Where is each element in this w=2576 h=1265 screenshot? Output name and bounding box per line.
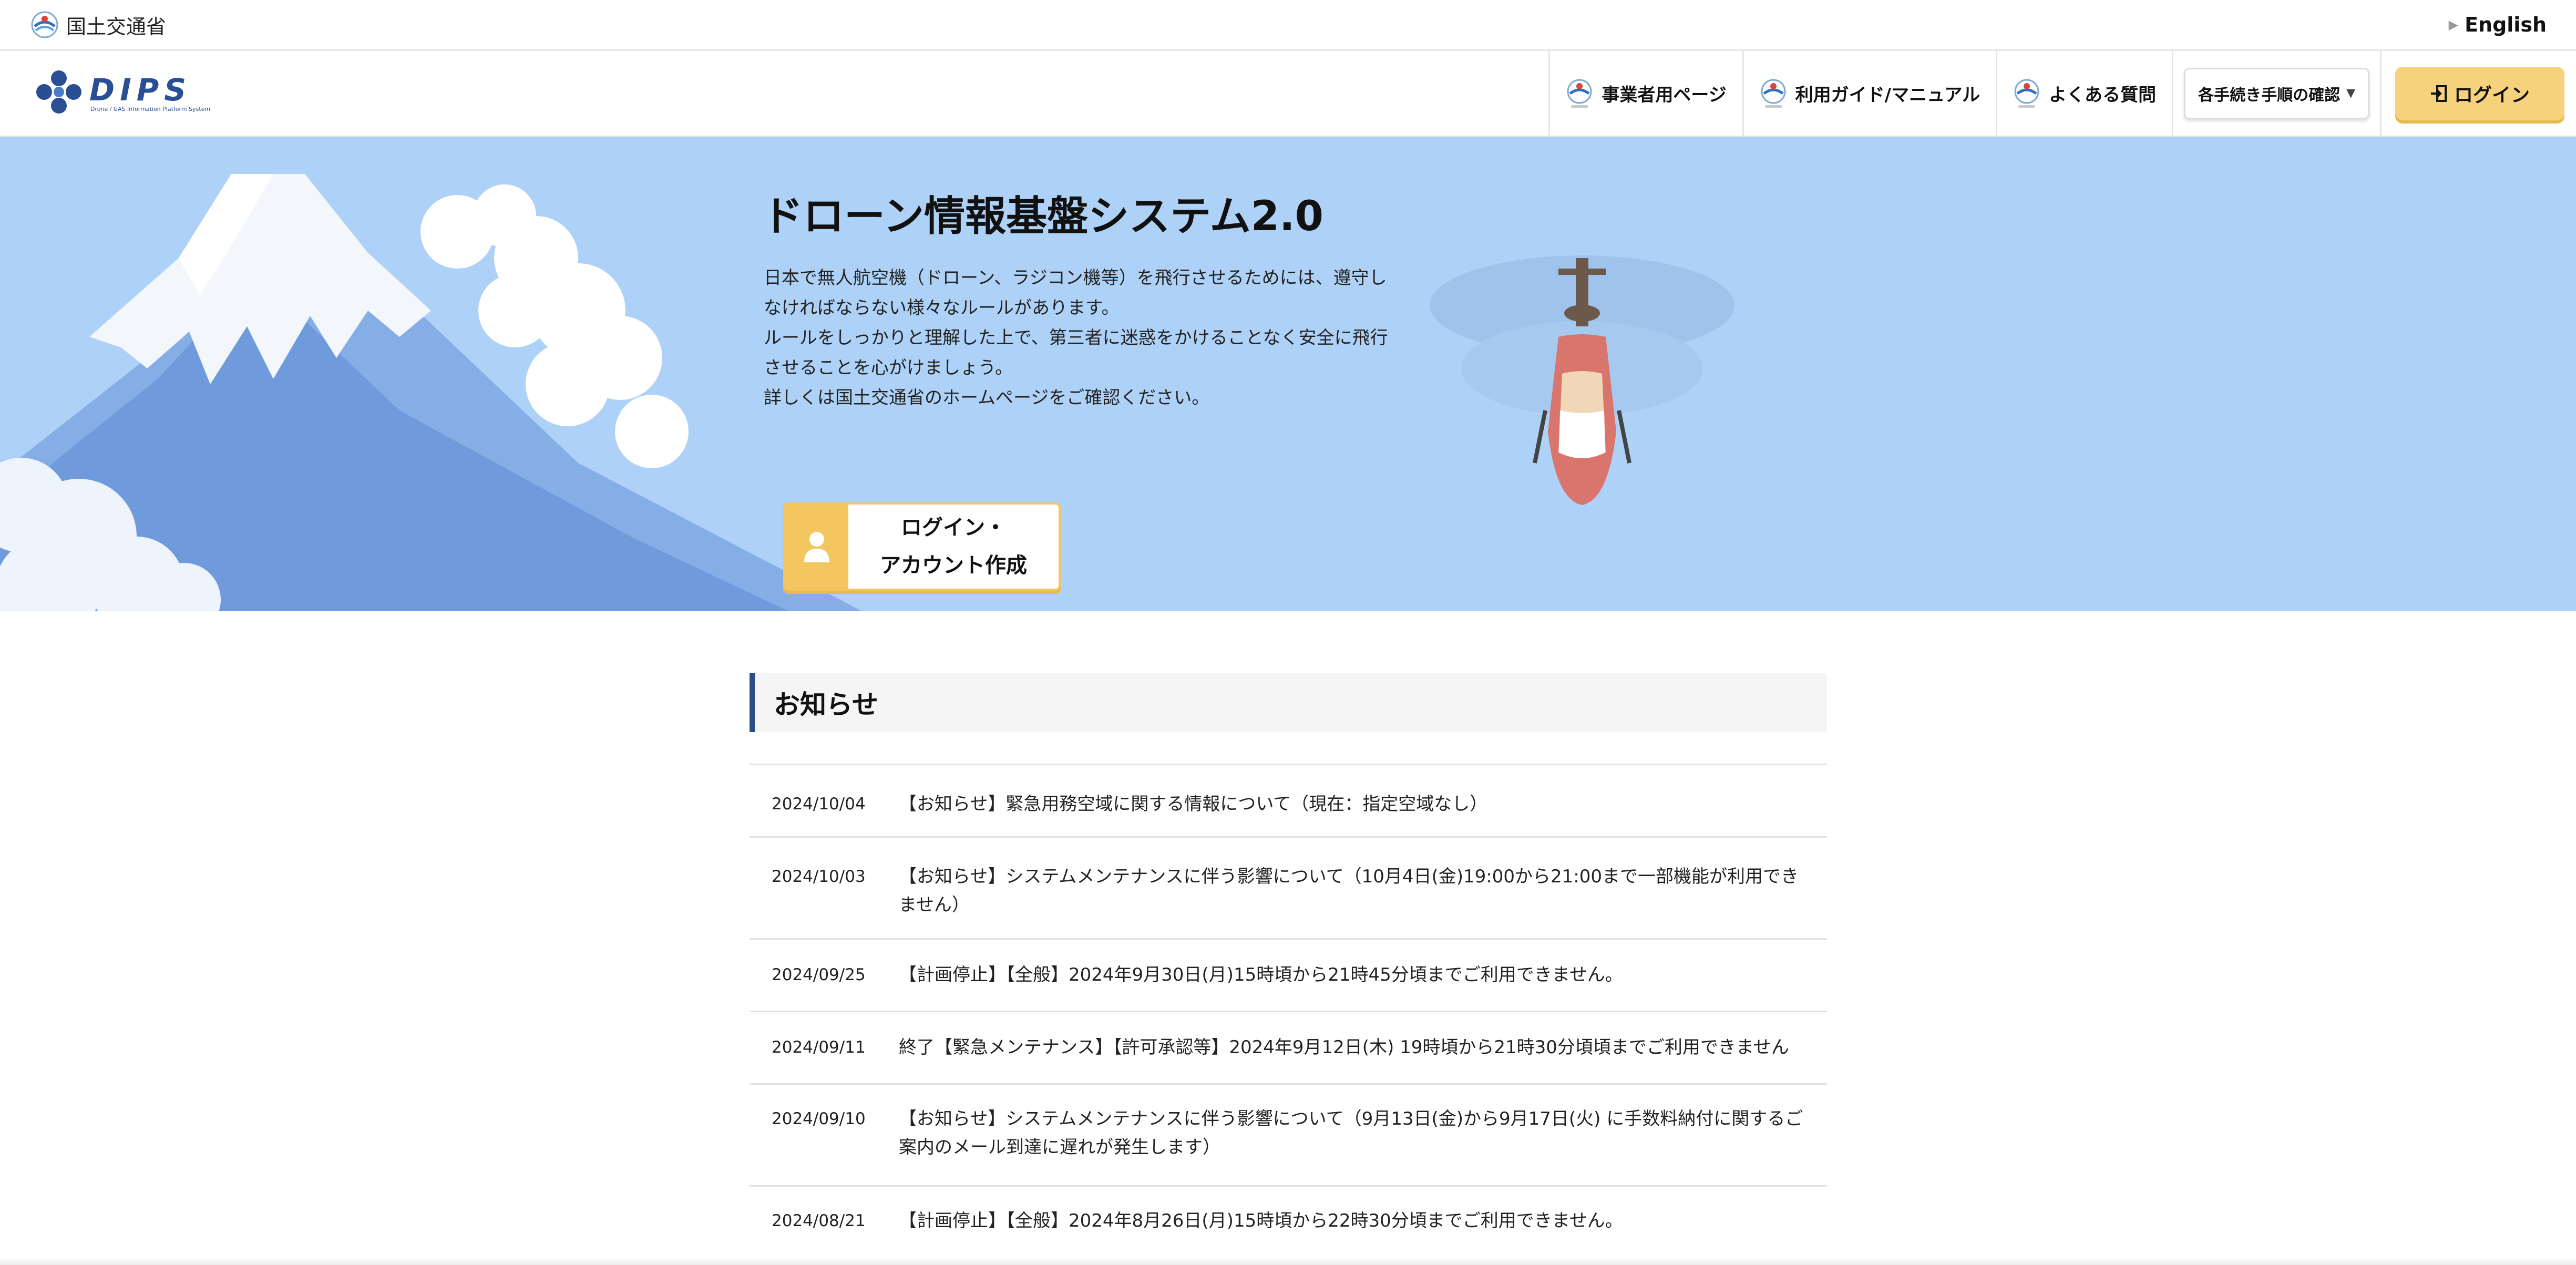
hero-line: 詳しくは国土交通省のホームページをご確認ください。 <box>764 387 1210 408</box>
news-link[interactable]: 終了【緊急メンテナンス】【許可承認等】2024年9月12日(木) 19時頃から2… <box>899 1033 1827 1062</box>
nav-business-page[interactable]: 事業者用ページ <box>1548 51 1742 136</box>
nav-label: よくある質問 <box>2049 85 2157 106</box>
news-date: 2024/09/25 <box>772 965 866 984</box>
procedures-dropdown-wrap: 各手続き手順の確認 ▼ <box>2172 51 2380 136</box>
news-heading-text: お知らせ <box>774 690 878 720</box>
site-header: DIPS Drone / UAS Information Platform Sy… <box>0 51 2576 137</box>
top-bar: 国土交通省 ▶ English <box>0 0 2576 51</box>
mlit-logo-icon <box>31 11 58 38</box>
procedures-dropdown-label: 各手続き手順の確認 <box>2198 86 2341 105</box>
mlit-link[interactable]: 国土交通省 <box>30 6 166 43</box>
login-door-icon <box>2430 85 2447 102</box>
caret-down-icon: ▼ <box>2346 87 2355 100</box>
dips-logo-tagline: Drone / UAS Information Platform System <box>90 106 210 112</box>
news-heading: お知らせ <box>750 673 1827 732</box>
news-date: 2024/09/11 <box>772 1038 866 1057</box>
news-item[interactable]: 2024/09/25 【計画停止】【全般】2024年9月30日(月)15時頃から… <box>750 940 1827 1012</box>
hero-banner: ドローン情報基盤システム2.0 日本で無人航空機（ドローン、ラジコン機等）を飛行… <box>0 137 2576 611</box>
hero-line: させることを心がけましょう。 <box>764 357 1013 378</box>
news-item[interactable]: 2024/10/03 【お知らせ】システムメンテナンスに伴う影響について（10月… <box>750 838 1827 940</box>
mlit-name: 国土交通省 <box>66 15 167 38</box>
triangle-right-icon: ▶ <box>2448 17 2459 32</box>
bottom-edge <box>0 1257 2576 1265</box>
hero-description: 日本で無人航空機（ドローン、ラジコン機等）を飛行させるためには、遵守し なければ… <box>764 263 1394 413</box>
mount-fuji-illustration <box>0 174 862 611</box>
news-item[interactable]: 2024/08/21 【計画停止】【全般】2024年8月26日(月)15時頃から… <box>750 1187 1827 1259</box>
user-icon <box>804 532 829 562</box>
news-item[interactable]: 2024/09/11 終了【緊急メンテナンス】【許可承認等】2024年9月12日… <box>750 1012 1827 1085</box>
news-list: 2024/10/04 【お知らせ】緊急用務空域に関する情報について（現在：指定空… <box>750 764 1827 1259</box>
procedures-dropdown[interactable]: 各手続き手順の確認 ▼ <box>2184 67 2369 119</box>
cta-icon-box <box>785 505 848 589</box>
news-item[interactable]: 2024/10/04 【お知らせ】緊急用務空域に関する情報について（現在：指定空… <box>750 765 1827 838</box>
nav-faq[interactable]: よくある質問 <box>1996 51 2172 136</box>
news-link[interactable]: 【お知らせ】システムメンテナンスに伴う影響について（9月13日(金)から9月17… <box>899 1105 1827 1161</box>
nav-label: 事業者用ページ <box>1602 85 1727 106</box>
mlit-emblem-icon <box>1567 79 1592 108</box>
mlit-emblem-icon <box>1761 79 1786 108</box>
dips-mark-icon <box>36 70 81 114</box>
cta-line-2: アカウント作成 <box>880 553 1027 578</box>
dips-logo-text: DIPS <box>89 72 191 108</box>
cta-line-1: ログイン・ <box>901 516 1006 540</box>
cta-label: ログイン・ アカウント作成 <box>848 505 1059 589</box>
news-date: 2024/08/21 <box>772 1211 866 1230</box>
nav-user-guide[interactable]: 利用ガイド/マニュアル <box>1742 51 1996 136</box>
news-item[interactable]: 2024/09/10 【お知らせ】システムメンテナンスに伴う影響について（9月1… <box>750 1085 1827 1187</box>
hero-line: 日本で無人航空機（ドローン、ラジコン機等）を飛行させるためには、遵守し <box>764 268 1387 289</box>
dips-logo[interactable]: DIPS Drone / UAS Information Platform Sy… <box>29 66 245 118</box>
news-date: 2024/10/04 <box>772 795 866 814</box>
nav-label: 利用ガイド/マニュアル <box>1795 85 1980 106</box>
news-link[interactable]: 【計画停止】【全般】2024年9月30日(月)15時頃から21時45分頃までご利… <box>899 961 1827 989</box>
news-link[interactable]: 【計画停止】【全般】2024年8月26日(月)15時頃から22時30分頃までご利… <box>899 1207 1827 1235</box>
header-login-label: ログイン <box>2454 84 2530 106</box>
hero-title: ドローン情報基盤システム2.0 <box>762 193 1323 240</box>
header-login-button[interactable]: ログイン <box>2395 66 2564 120</box>
main-nav: 事業者用ページ 利用ガイド/マニュアル よくある質問 各手続き手順の確認 ▼ ロ… <box>1548 51 2576 136</box>
english-link[interactable]: English <box>2465 13 2547 36</box>
hero-line: なければならない様々なルールがあります。 <box>764 297 1120 318</box>
login-account-create-button[interactable]: ログイン・ アカウント作成 <box>783 502 1061 591</box>
language-switch[interactable]: ▶ English <box>2449 6 2547 43</box>
login-wrap: ログイン <box>2380 51 2576 136</box>
mlit-emblem-icon <box>2014 79 2039 108</box>
news-date: 2024/09/10 <box>772 1109 866 1128</box>
news-link[interactable]: 【お知らせ】緊急用務空域に関する情報について（現在：指定空域なし） <box>899 790 1827 818</box>
news-date: 2024/10/03 <box>772 867 866 886</box>
news-link[interactable]: 【お知らせ】システムメンテナンスに伴う影響について（10月4日(金)19:00か… <box>899 862 1827 919</box>
hero-line: ルールをしっかりと理解した上で、第三者に迷惑をかけることなく安全に飛行 <box>764 327 1388 348</box>
